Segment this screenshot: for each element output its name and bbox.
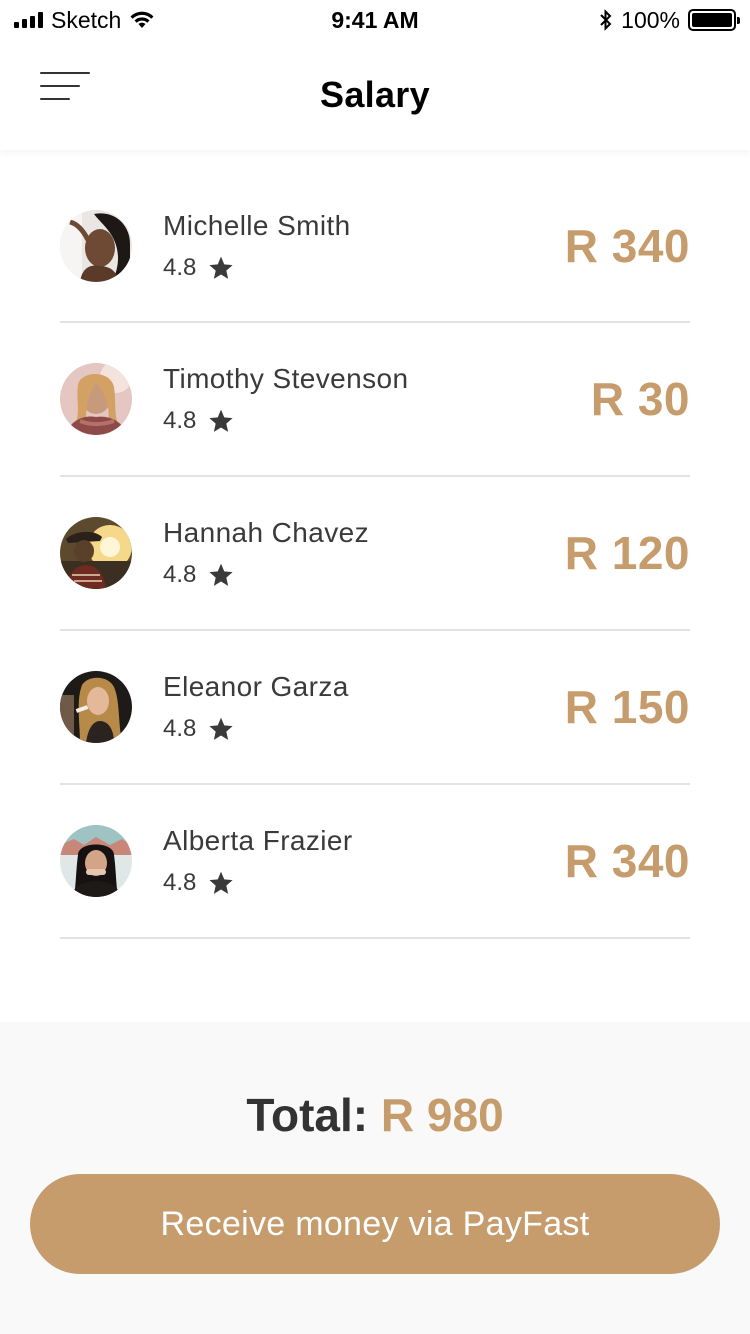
person-info: Timothy Stevenson 4.8 bbox=[163, 363, 591, 435]
person-info: Alberta Frazier 4.8 bbox=[163, 825, 565, 897]
rating-value: 4.8 bbox=[163, 407, 197, 434]
signal-icon bbox=[14, 12, 43, 28]
total-value: R 980 bbox=[380, 1089, 504, 1141]
menu-icon bbox=[40, 72, 90, 74]
total-label: Total: bbox=[246, 1089, 381, 1141]
rating-value: 4.8 bbox=[163, 253, 197, 281]
star-icon bbox=[209, 409, 233, 432]
rating-line: 4.8 bbox=[163, 715, 565, 743]
avatar bbox=[60, 363, 132, 435]
status-bar: Sketch 9:41 AM 100% bbox=[0, 0, 750, 40]
salary-amount: R 120 bbox=[564, 527, 690, 579]
list-item[interactable]: Michelle Smith 4.8 R 340 bbox=[60, 170, 690, 323]
salary-amount: R 30 bbox=[590, 373, 690, 425]
avatar bbox=[60, 671, 132, 743]
total-summary: Total: R 980 bbox=[0, 1088, 750, 1142]
person-info: Eleanor Garza 4.8 bbox=[163, 671, 565, 743]
rating-line: 4.8 bbox=[163, 561, 565, 589]
battery-percent: 100% bbox=[621, 6, 680, 33]
salary-amount: R 150 bbox=[564, 681, 690, 733]
avatar bbox=[60, 517, 132, 589]
star-icon bbox=[209, 256, 233, 279]
person-name: Alberta Frazier bbox=[163, 825, 353, 856]
list-item[interactable]: Hannah Chavez 4.8 R 120 bbox=[60, 477, 690, 631]
list-item[interactable]: Timothy Stevenson 4.8 R 30 bbox=[60, 323, 690, 477]
menu-button[interactable] bbox=[40, 72, 90, 100]
status-right: 100% bbox=[599, 6, 740, 34]
menu-icon-line bbox=[40, 98, 70, 100]
person-name: Timothy Stevenson bbox=[163, 363, 409, 394]
person-name: Hannah Chavez bbox=[163, 517, 369, 548]
salary-list: Michelle Smith 4.8 R 340 Timothy Stevens… bbox=[60, 170, 690, 939]
bluetooth-icon bbox=[600, 9, 612, 31]
person-name: Michelle Smith bbox=[163, 209, 351, 241]
rating-line: 4.8 bbox=[163, 869, 565, 897]
receive-payfast-button[interactable]: Receive money via PayFast bbox=[30, 1174, 720, 1274]
page-title: Salary bbox=[320, 74, 430, 115]
nav-bar: Salary bbox=[0, 40, 750, 150]
status-left: Sketch bbox=[14, 7, 155, 34]
wifi-icon bbox=[130, 11, 154, 28]
salary-amount: R 340 bbox=[564, 835, 690, 887]
rating-value: 4.8 bbox=[163, 561, 197, 588]
carrier-label: Sketch bbox=[51, 6, 122, 33]
person-info: Hannah Chavez 4.8 bbox=[163, 517, 565, 589]
star-icon bbox=[209, 563, 233, 586]
star-icon bbox=[209, 871, 233, 894]
battery-icon bbox=[688, 9, 740, 31]
list-item[interactable]: Alberta Frazier 4.8 R 340 bbox=[60, 785, 690, 939]
avatar bbox=[60, 825, 132, 897]
star-icon bbox=[209, 717, 233, 740]
footer: Total: R 980 Receive money via PayFast bbox=[0, 1022, 750, 1334]
person-name: Eleanor Garza bbox=[163, 671, 349, 702]
menu-icon-line bbox=[40, 85, 80, 87]
person-info: Michelle Smith 4.8 bbox=[163, 210, 565, 282]
avatar bbox=[60, 209, 132, 282]
rating-line: 4.8 bbox=[163, 407, 591, 435]
rating-value: 4.8 bbox=[163, 869, 197, 896]
list-item[interactable]: Eleanor Garza 4.8 R 150 bbox=[60, 631, 690, 785]
rating-line: 4.8 bbox=[163, 254, 565, 282]
rating-value: 4.8 bbox=[163, 715, 197, 742]
salary-screen: Sketch 9:41 AM 100% Salary Michelle Smit… bbox=[0, 0, 750, 1334]
salary-amount: R 340 bbox=[564, 219, 690, 272]
